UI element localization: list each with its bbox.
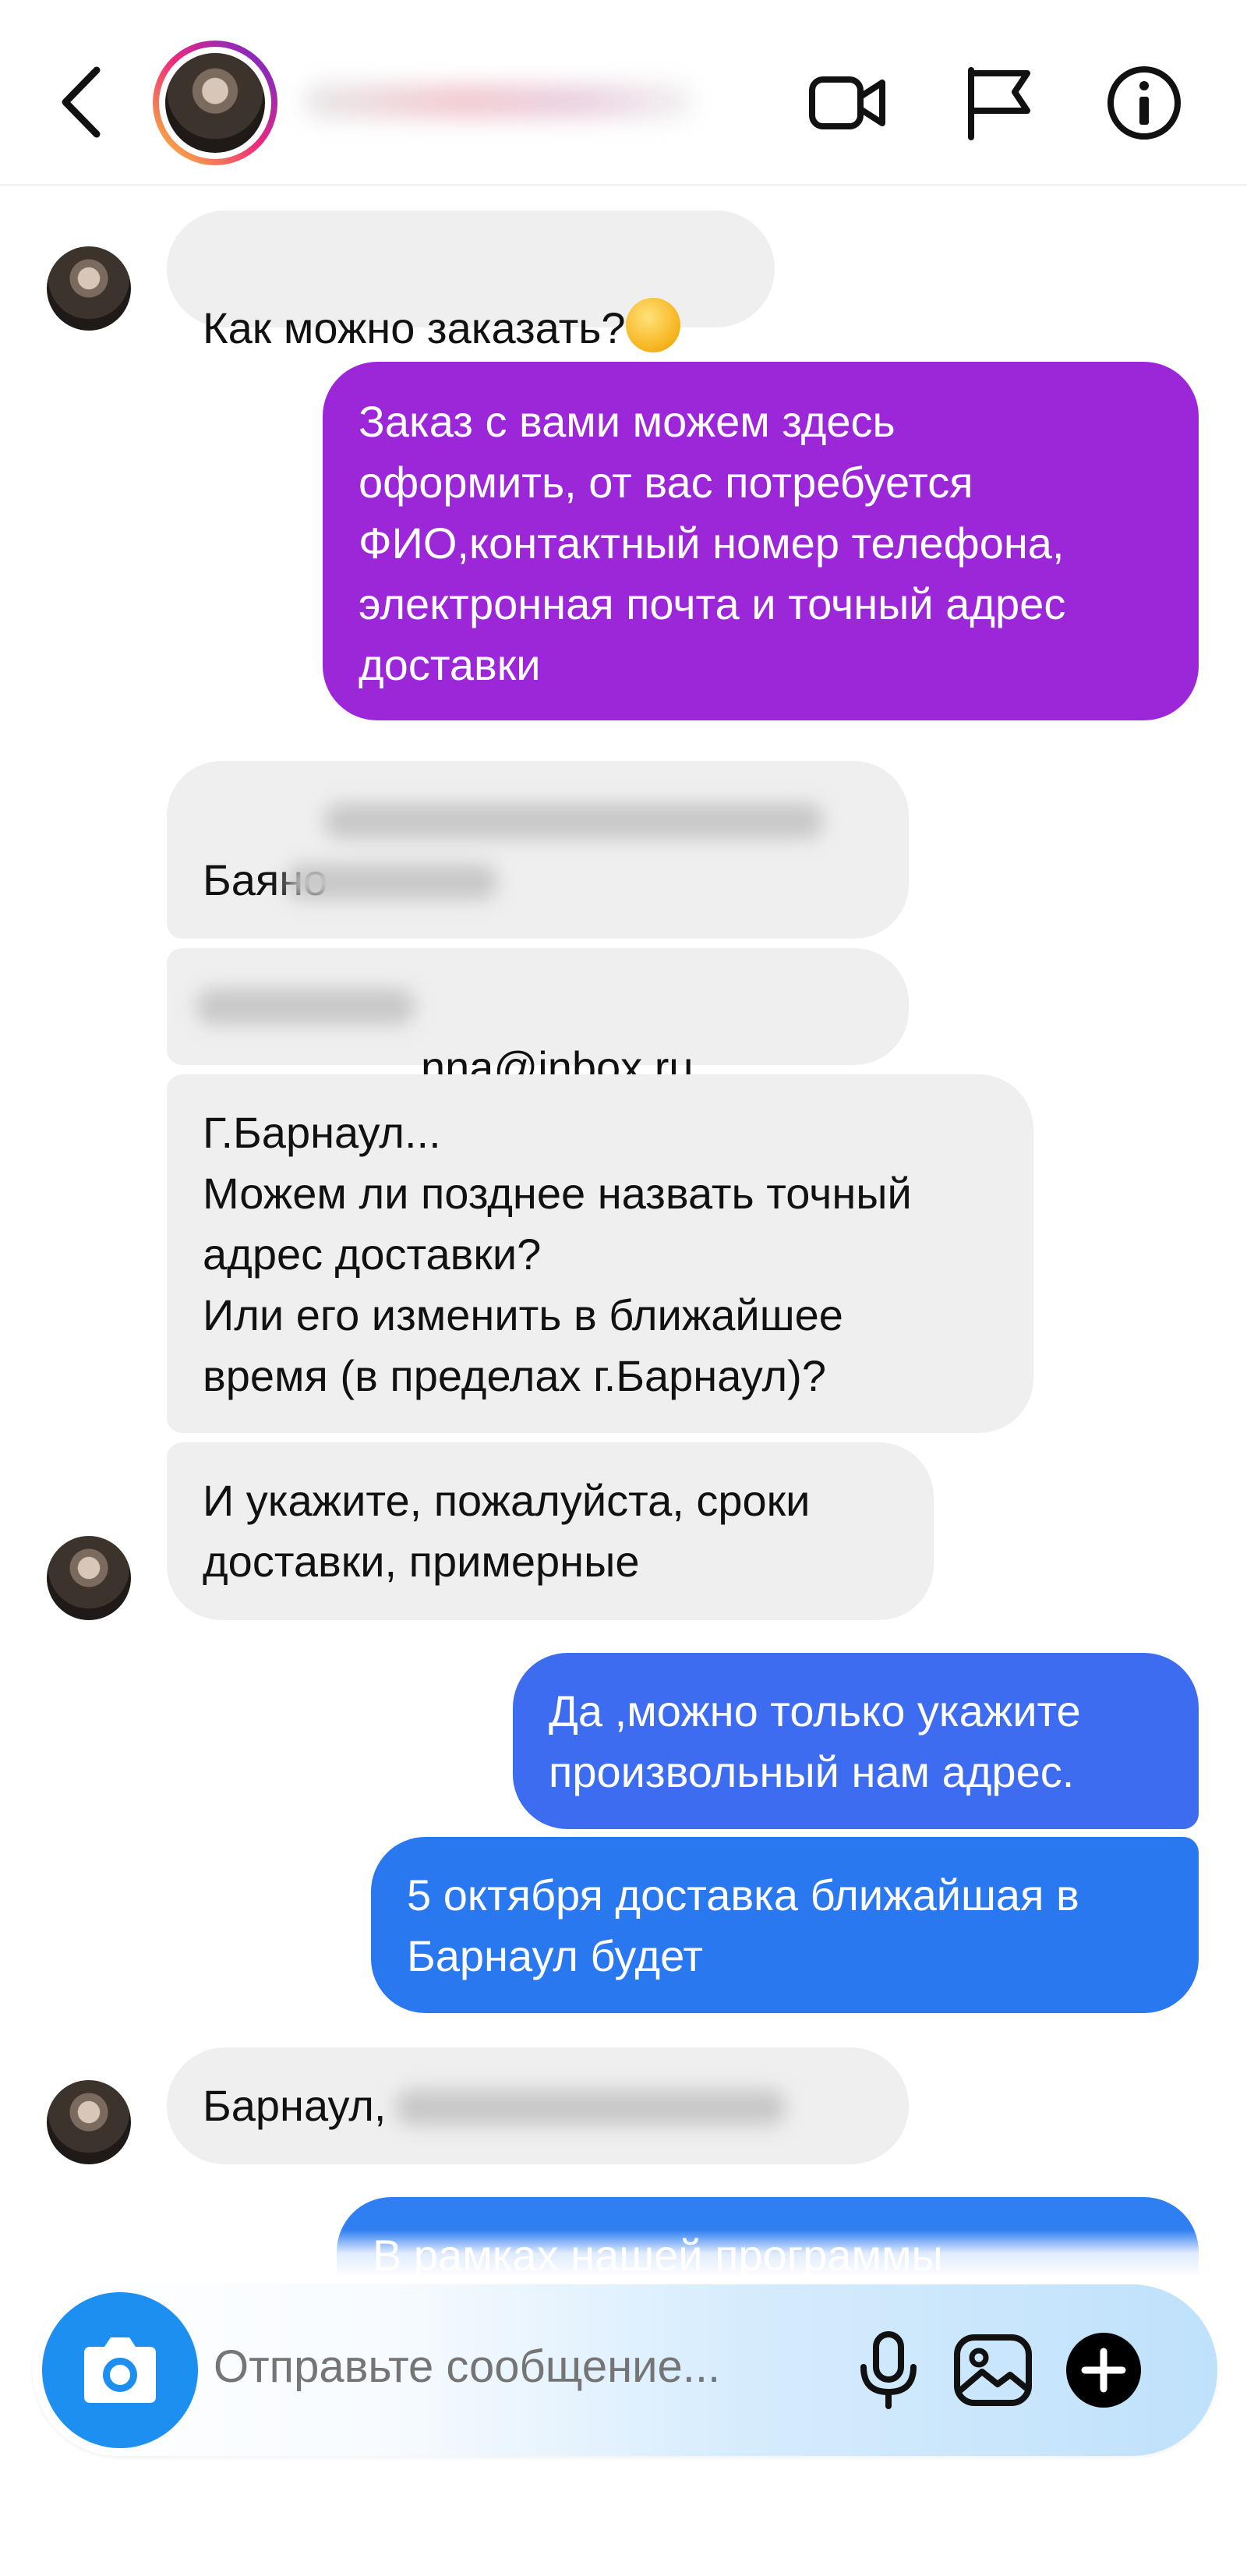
redacted-phone bbox=[287, 864, 497, 900]
message-composer bbox=[33, 2284, 1217, 2456]
chevron-left-icon[interactable] bbox=[56, 64, 111, 140]
camera-icon bbox=[84, 2337, 156, 2403]
message-text: Как можно заказать? bbox=[203, 303, 626, 352]
incoming-message[interactable]: Г.Барнаул... Можем ли позднее назвать то… bbox=[167, 1074, 1033, 1433]
smiling-face-emoji-icon bbox=[625, 298, 680, 352]
sender-avatar[interactable] bbox=[47, 1536, 131, 1620]
incoming-message[interactable]: Баяно 89050 bbox=[167, 761, 909, 1026]
redacted-email bbox=[196, 989, 415, 1024]
redacted-name bbox=[324, 803, 823, 839]
info-icon[interactable] bbox=[1104, 62, 1185, 143]
outgoing-message[interactable]: Да ,можно только укажите произвольный на… bbox=[513, 1653, 1199, 1829]
camera-button[interactable] bbox=[42, 2292, 198, 2448]
incoming-message[interactable]: И укажите, пожалуйста, сроки доставки, п… bbox=[167, 1442, 934, 1620]
sender-avatar[interactable] bbox=[47, 2080, 131, 2164]
outgoing-message[interactable]: Заказ с вами можем здесь оформить, от ва… bbox=[323, 362, 1199, 720]
contact-avatar[interactable] bbox=[153, 41, 277, 165]
redacted-address bbox=[396, 2089, 786, 2125]
microphone-icon[interactable] bbox=[848, 2330, 929, 2411]
contact-name-blurred[interactable] bbox=[304, 84, 694, 119]
outgoing-message[interactable]: 5 октября доставка ближайшая в Барнаул б… bbox=[371, 1837, 1199, 2013]
video-camera-icon[interactable] bbox=[807, 62, 888, 143]
sender-avatar[interactable] bbox=[47, 246, 131, 331]
message-input[interactable] bbox=[214, 2331, 837, 2401]
incoming-message[interactable]: Как можно заказать? bbox=[167, 211, 775, 352]
flag-icon[interactable] bbox=[960, 62, 1041, 143]
chat-header bbox=[0, 0, 1247, 186]
gallery-icon[interactable] bbox=[952, 2330, 1033, 2411]
plus-circle-icon[interactable] bbox=[1063, 2330, 1144, 2411]
